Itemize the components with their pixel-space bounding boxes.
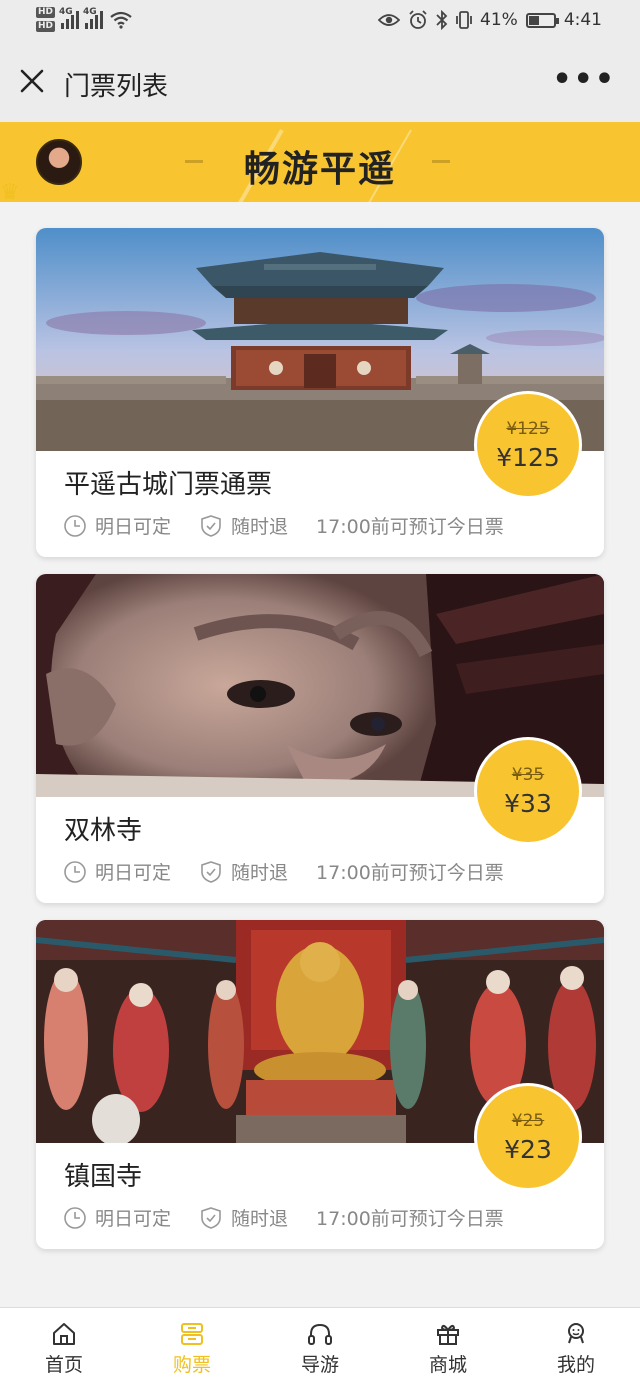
tab-home-label: 首页 xyxy=(44,1354,83,1376)
battery-icon xyxy=(525,12,559,28)
info-refund: 随时退 xyxy=(199,1204,288,1231)
tab-shop[interactable]: 商城 xyxy=(384,1308,512,1387)
info-bookable-label: 明日可定 xyxy=(95,516,172,538)
original-price: ¥125 xyxy=(506,418,550,439)
info-bookable-label: 明日可定 xyxy=(95,1208,172,1230)
current-price: ¥125 xyxy=(496,442,560,472)
page-title: 门票列表 xyxy=(64,72,169,102)
status-bar: HD HD 4G 4G 41% 4:41 xyxy=(0,0,640,44)
hd-badge-2: HD xyxy=(36,21,56,32)
close-icon xyxy=(20,69,44,93)
nav-bar: 门票列表 ••• xyxy=(0,44,640,122)
shield-check-icon xyxy=(201,514,221,537)
ticket-info: 明日可定 随时退 17:00前可预订今日票 xyxy=(63,512,504,539)
tab-shop-label: 商城 xyxy=(428,1354,467,1376)
ticket-card[interactable]: 镇国寺 明日可定 随时退 17:00前可预订今日票 ¥25 ¥23 xyxy=(36,920,604,1249)
current-price: ¥23 xyxy=(504,1134,552,1164)
tab-profile[interactable]: 我的 xyxy=(512,1308,640,1387)
banner-title: 畅游平遥 xyxy=(243,149,396,190)
info-refund: 随时退 xyxy=(199,858,288,885)
alarm-icon xyxy=(409,10,427,29)
tab-guide-label: 导游 xyxy=(300,1354,339,1376)
hd-stack: HD HD xyxy=(36,7,56,32)
status-right: 41% 4:41 xyxy=(378,10,602,30)
more-menu-button[interactable]: ••• xyxy=(552,62,616,97)
status-time: 4:41 xyxy=(563,10,602,30)
info-bookable: 明日可定 xyxy=(63,1204,171,1231)
info-refund-label: 随时退 xyxy=(231,516,289,538)
battery-fill xyxy=(528,15,540,25)
eye-icon xyxy=(378,14,401,26)
close-button[interactable] xyxy=(14,63,50,99)
info-cutoff: 17:00前可预订今日票 xyxy=(316,862,504,884)
tab-tickets[interactable]: 购票 xyxy=(128,1308,256,1387)
original-price: ¥35 xyxy=(511,764,545,785)
gift-icon xyxy=(437,1324,459,1345)
bluetooth-icon xyxy=(436,10,448,30)
ticket-card[interactable]: 平遥古城门票通票 明日可定 随时退 17:00前可预订今日票 ¥125 ¥125 xyxy=(36,228,604,557)
home-icon xyxy=(53,1323,75,1345)
price-badge: ¥35 ¥33 xyxy=(474,737,582,845)
user-icon xyxy=(568,1323,584,1344)
headphones-icon xyxy=(308,1323,332,1345)
tab-profile-label: 我的 xyxy=(556,1354,595,1376)
battery-percent: 41% xyxy=(480,10,518,30)
ticket-title: 镇国寺 xyxy=(64,1162,143,1192)
cellular-signal-icon-2: 4G xyxy=(83,7,104,29)
ticket-info: 明日可定 随时退 17:00前可预订今日票 xyxy=(63,858,504,885)
clock-icon xyxy=(64,1206,86,1229)
info-cutoff: 17:00前可预订今日票 xyxy=(316,1208,504,1230)
ticket-title: 平遥古城门票通票 xyxy=(64,470,273,500)
info-refund: 随时退 xyxy=(199,512,288,539)
ticket-icon xyxy=(181,1323,203,1345)
info-bookable: 明日可定 xyxy=(63,858,171,885)
clock-icon xyxy=(64,514,86,537)
tab-home[interactable]: 首页 xyxy=(0,1308,128,1387)
ticket-list: 平遥古城门票通票 明日可定 随时退 17:00前可预订今日票 ¥125 ¥125 xyxy=(36,228,604,1266)
original-price: ¥25 xyxy=(511,1110,545,1131)
shield-check-icon xyxy=(201,1206,221,1229)
ticket-info: 明日可定 随时退 17:00前可预订今日票 xyxy=(63,1204,504,1231)
crown-icon: ♛ xyxy=(0,180,20,205)
vibrate-icon xyxy=(456,11,472,29)
cellular-signal-icon: 4G xyxy=(59,7,80,29)
info-cutoff: 17:00前可预订今日票 xyxy=(316,516,504,538)
network-type-2: 4G xyxy=(83,6,97,17)
bottom-tab-bar: 首页 购票 导游 商城 我的 xyxy=(0,1307,640,1387)
shield-check-icon xyxy=(201,860,221,883)
network-type-1: 4G xyxy=(59,6,73,17)
info-bookable-label: 明日可定 xyxy=(95,862,172,884)
clock-icon xyxy=(64,860,86,883)
info-refund-label: 随时退 xyxy=(231,862,289,884)
info-bookable: 明日可定 xyxy=(63,512,171,539)
current-price: ¥33 xyxy=(504,788,552,818)
price-badge: ¥25 ¥23 xyxy=(474,1083,582,1191)
tab-tickets-label: 购票 xyxy=(172,1354,211,1376)
ticket-title: 双林寺 xyxy=(64,816,143,846)
status-left: HD HD 4G 4G xyxy=(36,7,133,32)
banner: 畅游平遥 xyxy=(0,122,640,202)
ticket-card[interactable]: 双林寺 明日可定 随时退 17:00前可预订今日票 ¥35 ¥33 xyxy=(36,574,604,903)
price-badge: ¥125 ¥125 xyxy=(474,391,582,499)
tab-guide[interactable]: 导游 xyxy=(256,1308,384,1387)
hd-badge-1: HD xyxy=(36,7,56,18)
info-refund-label: 随时退 xyxy=(231,1208,289,1230)
wifi-icon xyxy=(110,11,132,29)
